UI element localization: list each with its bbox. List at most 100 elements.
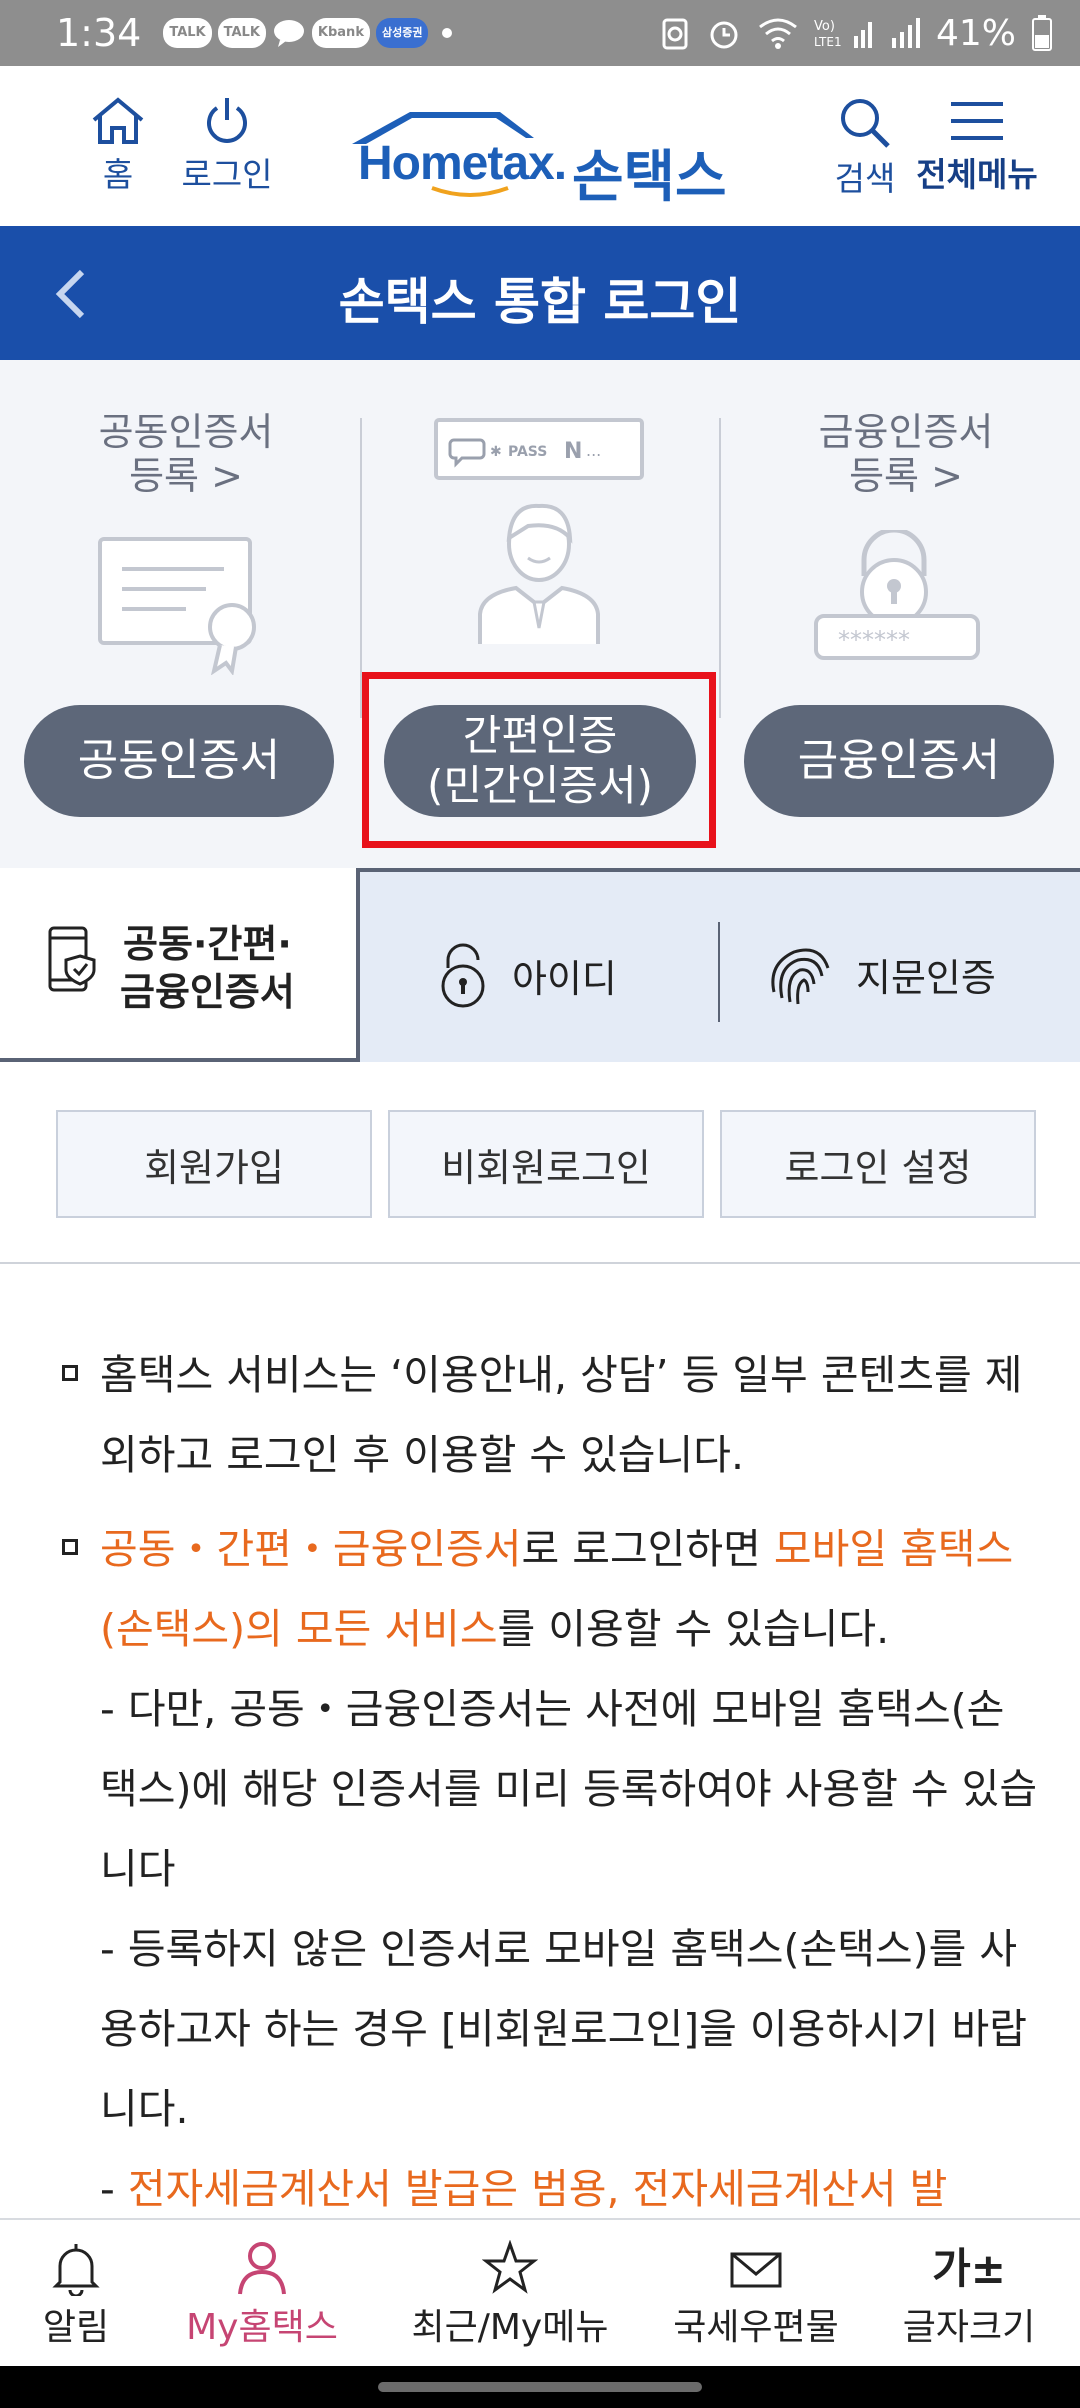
certificate-selection-area: 공동인증서 등록 > 금융인증서 등록 > ✱ PASS N ... ****** … xyxy=(0,360,1080,870)
nav-my-hometax-label: My홈택스 xyxy=(186,2307,338,2348)
recycle-icon xyxy=(662,18,688,50)
notice-subtext: - 등록하지 않은 인증서로 모바일 홈택스(손택스)를 사용하고자 하는 경우… xyxy=(100,1925,1027,2133)
tab-divider xyxy=(718,922,720,1022)
finance-certificate-button[interactable]: 금융인증서 xyxy=(744,705,1054,817)
notice-item: 공동・간편・금융인증서로 로그인하면 모바일 홈택스(손택스)의 모든 서비스를… xyxy=(62,1509,1042,2229)
wifi-icon xyxy=(759,18,797,49)
finance-cert-register-link[interactable]: 금융인증서 등록 > xyxy=(766,410,1046,498)
nav-alarm-label: 알림 xyxy=(42,2307,110,2348)
svg-text:✱: ✱ xyxy=(490,444,502,460)
power-icon xyxy=(207,98,247,143)
nav-alarm[interactable]: 알림 xyxy=(26,2240,126,2350)
page-title: 손택스 통합 로그인 xyxy=(338,273,742,331)
svg-text:N: N xyxy=(564,439,582,464)
gesture-bar xyxy=(0,2366,1080,2408)
nav-mail-label: 국세우편물 xyxy=(673,2307,839,2348)
bell-icon xyxy=(52,2244,100,2296)
signup-button[interactable]: 회원가입 xyxy=(56,1110,372,1218)
nav-tax-mail[interactable]: 국세우편물 xyxy=(664,2240,848,2350)
alarm-clock-icon xyxy=(710,21,738,49)
battery-icon xyxy=(1032,15,1052,51)
search-icon xyxy=(841,99,890,148)
full-menu-button[interactable]: 전체메뉴 xyxy=(912,96,1042,196)
search-button[interactable]: 검색 xyxy=(820,96,910,200)
simple-auth-providers-icon: ✱ PASS N ... xyxy=(434,418,644,480)
hamburger-menu-icon xyxy=(951,102,1003,140)
tab-certificate-label: 공동·간편· xyxy=(123,922,292,966)
phone-shield-icon xyxy=(48,926,96,992)
bottom-navigation: 알림 My홈택스 최근/My메뉴 국세우편물 가± 글자크기 xyxy=(0,2218,1080,2366)
lock-password-icon: ****** xyxy=(814,530,980,660)
status-bar: 1:34 TALK TALK Kbank 삼성증권 Vo) LTE1 41% xyxy=(0,0,1080,66)
nav-recent-label: 최근/My메뉴 xyxy=(411,2307,609,2348)
font-size-icon: 가± xyxy=(932,2244,1006,2293)
kakaotalk-notification-icon: TALK xyxy=(163,18,212,48)
chat-notification-icon xyxy=(273,20,304,47)
section-divider xyxy=(0,1262,1080,1264)
full-menu-label: 전체메뉴 xyxy=(916,155,1038,194)
nav-font-size-label: 글자크기 xyxy=(902,2307,1036,2348)
logo-swoosh-icon xyxy=(431,186,509,197)
samsung-securities-notification-icon: 삼성증권 xyxy=(375,18,429,48)
divider xyxy=(719,418,721,718)
notice-text: 를 이용할 수 있습니다. xyxy=(497,1605,890,1653)
fingerprint-icon xyxy=(771,948,830,1005)
kbank-notification-icon: Kbank xyxy=(311,18,370,48)
bullet-icon xyxy=(62,1539,78,1555)
svg-text:******: ****** xyxy=(838,626,910,654)
cell-signal-icon xyxy=(891,18,920,48)
tab-fingerprint[interactable]: 지문인증 xyxy=(764,942,996,1006)
star-icon xyxy=(482,2240,538,2294)
bullet-icon xyxy=(62,1365,78,1381)
logo-text-en: Hometax. xyxy=(358,137,567,190)
tab-certificate-label: 금융인증서 xyxy=(120,970,295,1014)
kakaotalk-notification-icon: TALK xyxy=(217,18,266,48)
user-icon xyxy=(238,2242,286,2295)
notice-subtext: - 전자세금계산서 발급은 범용, 전자세금계산서 발 xyxy=(100,2149,1042,2229)
nav-font-size[interactable]: 가± 글자크기 xyxy=(890,2240,1048,2350)
account-buttons: 회원가입 비회원로그인 로그인 설정 xyxy=(0,1108,1080,1218)
home-label: 홈 xyxy=(102,155,134,194)
tab-fingerprint-label: 지문인증 xyxy=(856,955,996,1000)
mail-icon xyxy=(730,2252,782,2288)
notice-text: 홈택스 서비스는 ‘이용안내, 상담’ 등 일부 콘텐츠를 제외하고 로그인 후… xyxy=(100,1351,1023,1479)
svg-text:...: ... xyxy=(586,441,601,460)
status-time: 1:34 xyxy=(56,11,142,55)
tab-certificate[interactable]: 공동·간편· 금융인증서 xyxy=(0,868,358,1062)
notice-highlight: 공동・간편・금융인증서 xyxy=(100,1525,522,1573)
notice-highlight: 전자세금계산서 발급은 범용, 전자세금계산서 발 xyxy=(127,2165,948,2213)
title-bar: 손택스 통합 로그인 xyxy=(0,226,1080,360)
login-button[interactable]: 로그인 xyxy=(172,96,282,196)
svg-text:LTE1: LTE1 xyxy=(814,35,842,49)
more-notifications-dot-icon xyxy=(442,28,453,38)
home-button[interactable]: 홈 xyxy=(78,96,158,196)
tab-id-label: 아이디 xyxy=(512,956,617,1001)
search-label: 검색 xyxy=(834,159,896,198)
notice-item: 홈택스 서비스는 ‘이용안내, 상담’ 등 일부 콘텐츠를 제외하고 로그인 후… xyxy=(62,1335,1042,1495)
nav-my-hometax[interactable]: My홈택스 xyxy=(174,2240,350,2350)
person-avatar-icon xyxy=(478,503,600,644)
app-header: 홈 로그인 Hometax. 손택스 검색 전체메뉴 xyxy=(0,66,1080,226)
login-settings-button[interactable]: 로그인 설정 xyxy=(720,1110,1036,1218)
unlock-icon xyxy=(441,943,485,1008)
notice-dash: - xyxy=(100,2165,128,2213)
notice-text: 로 로그인하면 xyxy=(521,1525,774,1573)
nav-recent-my-menu[interactable]: 최근/My메뉴 xyxy=(400,2240,620,2350)
joint-certificate-button[interactable]: 공동인증서 xyxy=(24,705,334,817)
home-indicator[interactable] xyxy=(378,2382,702,2392)
login-method-tabs: 공동·간편· 금융인증서 아이디 지문인증 xyxy=(0,868,1080,1062)
logo-text-ko: 손택스 xyxy=(572,145,727,210)
tab-id[interactable]: 아이디 xyxy=(436,942,617,1008)
hometax-logo[interactable]: Hometax. 손택스 xyxy=(350,108,730,210)
notice-subtext: - 다만, 공동・금융인증서는 사전에 모바일 홈택스(손택스)에 해당 인증서… xyxy=(100,1685,1038,1893)
nonmember-login-button[interactable]: 비회원로그인 xyxy=(388,1110,704,1218)
pass-text: PASS xyxy=(508,444,547,460)
battery-percent: 41% xyxy=(935,12,1016,54)
highlight-box xyxy=(362,672,716,848)
volte-signal-icon: Vo)LTE1 xyxy=(814,19,872,49)
svg-text:Vo): Vo) xyxy=(814,19,835,34)
tab-group-other: 아이디 지문인증 xyxy=(356,868,1080,1062)
home-icon xyxy=(92,97,144,144)
certificate-document-icon xyxy=(98,537,256,675)
joint-cert-register-link[interactable]: 공동인증서 등록 > xyxy=(46,410,326,498)
